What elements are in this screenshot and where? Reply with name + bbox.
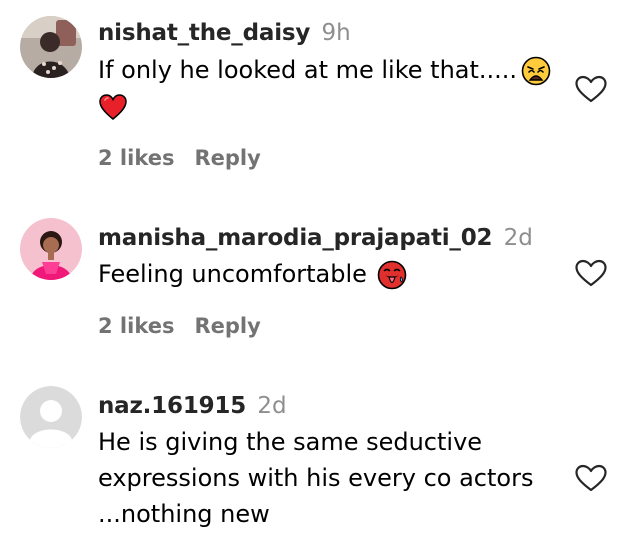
comment-text-line: ...nothing new [98, 500, 270, 528]
comment-text-line: He is giving the same seductive [98, 428, 483, 456]
heart-outline-icon[interactable] [574, 258, 608, 288]
comment-actions: 2 likes Reply [98, 313, 261, 339]
avatar[interactable] [20, 218, 82, 280]
comment-meta: nishat_the_daisy 9h [98, 19, 351, 47]
comment-time: 9h [321, 20, 351, 46]
comment-text-line-2 [98, 88, 128, 124]
comment-meta: naz.161915 2d [98, 392, 287, 420]
comment-text-line: expressions with his every co actors [98, 464, 534, 492]
default-avatar-icon[interactable] [20, 386, 82, 448]
comment-meta: manisha_marodia_prajapati_02 2d [98, 224, 533, 252]
comment-text: Feeling uncomfortable [98, 256, 407, 292]
red-heart-emoji-icon [98, 92, 128, 122]
weary-face-emoji-icon [521, 56, 551, 86]
reply-button[interactable]: Reply [194, 314, 260, 338]
profile-photo-icon [20, 218, 82, 280]
avatar[interactable] [20, 16, 82, 78]
heart-outline-icon[interactable] [574, 74, 608, 104]
username-link[interactable]: manisha_marodia_prajapati_02 [98, 225, 493, 251]
reply-button[interactable]: Reply [194, 146, 260, 170]
username-link[interactable]: nishat_the_daisy [98, 20, 310, 46]
profile-photo-icon [20, 16, 82, 78]
likes-count-button[interactable]: 2 likes [98, 314, 174, 338]
hot-face-emoji-icon [377, 260, 407, 290]
comment-actions: 2 likes Reply [98, 145, 261, 171]
username-link[interactable]: naz.161915 [98, 393, 246, 419]
comment-text-line: If only he looked at me like that..... [98, 56, 518, 84]
comment-time: 2d [503, 225, 533, 251]
comment-text-line: Feeling uncomfortable [98, 260, 367, 288]
comment-time: 2d [257, 393, 287, 419]
likes-count-button[interactable]: 2 likes [98, 146, 174, 170]
comment-text: If only he looked at me like that..... [98, 52, 551, 88]
heart-outline-icon[interactable] [574, 463, 608, 493]
